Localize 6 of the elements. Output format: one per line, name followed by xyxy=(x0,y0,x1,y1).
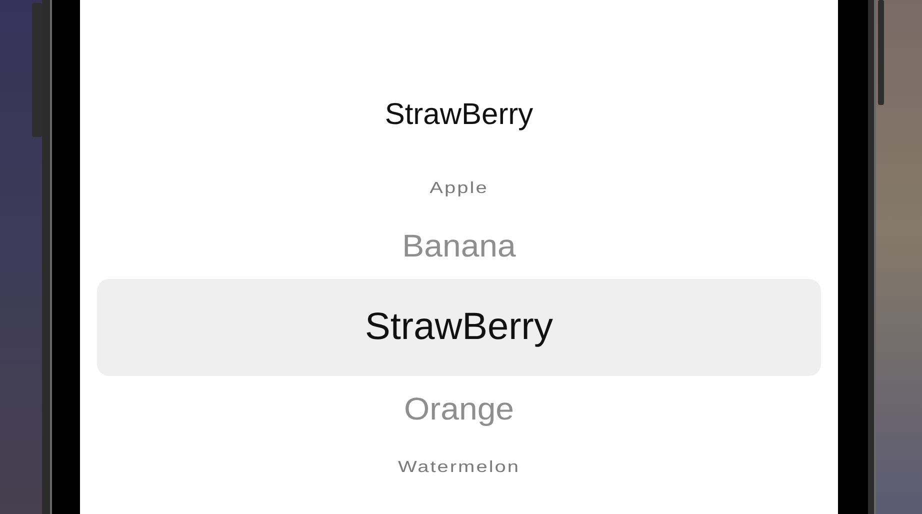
picker-option[interactable]: Banana xyxy=(402,228,516,264)
picker-option[interactable]: Apple xyxy=(430,178,488,198)
picker-option[interactable]: Orange xyxy=(404,390,514,428)
picker-option[interactable]: Watermelon xyxy=(398,458,520,476)
selected-value-label: StrawBerry xyxy=(384,97,534,133)
picker-option[interactable]: StrawBerry xyxy=(97,279,821,376)
